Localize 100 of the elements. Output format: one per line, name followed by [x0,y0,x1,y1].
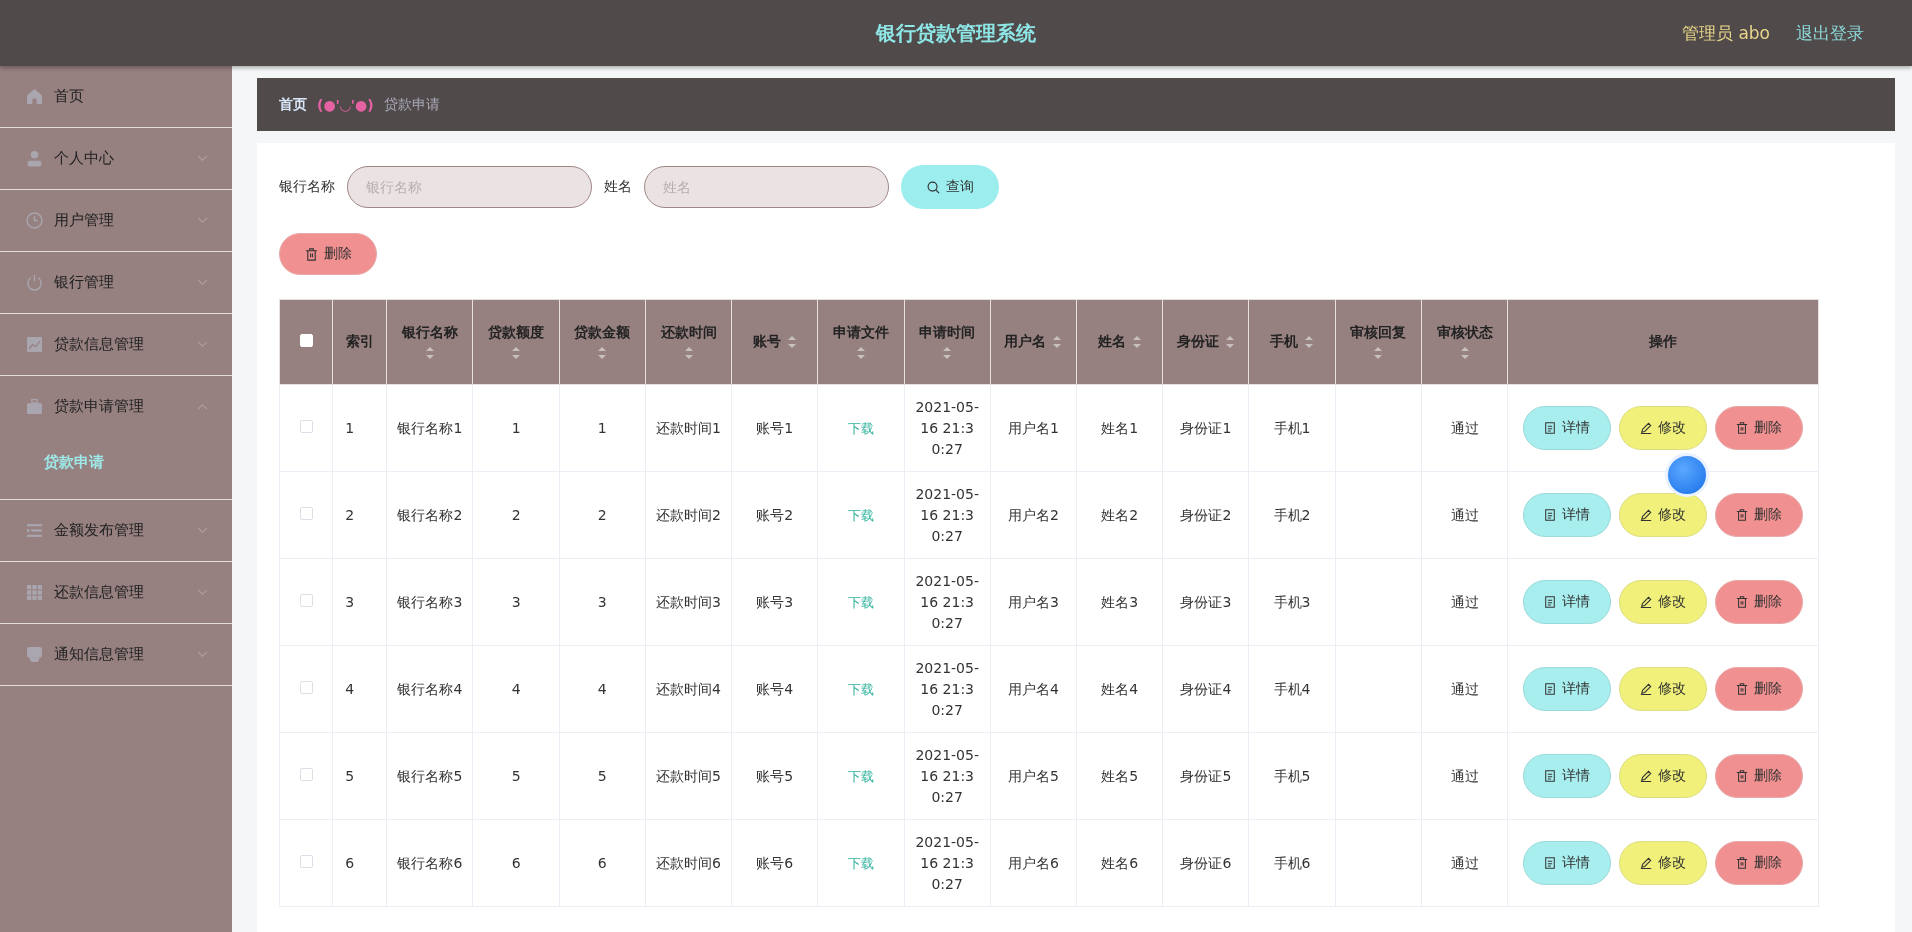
pencil-icon [1640,683,1653,695]
detail-button[interactable]: 详情 [1523,754,1612,798]
sidebar-item[interactable]: 首页 [0,66,232,127]
row-checkbox[interactable] [299,680,313,694]
edit-button[interactable]: 修改 [1619,580,1708,624]
table-cell: 2021-05-16 21:30:27 [915,398,979,457]
table-cell: 手机6 [1273,854,1311,871]
table-cell: 通过 [1450,419,1479,436]
sidebar-item[interactable]: 个人中心 [0,128,232,189]
table-cell: 银行名称4 [397,680,463,697]
sidebar-item[interactable]: 通知信息管理 [0,624,232,685]
table-cell: 身份证4 [1180,680,1232,697]
table-cell: 还款时间1 [656,419,721,436]
row-checkbox[interactable] [299,506,313,520]
sidebar-item[interactable]: 还款信息管理 [0,562,232,623]
table-cell: 身份证2 [1180,506,1232,523]
sort-icon[interactable] [786,335,797,349]
table-cell: 手机1 [1273,419,1311,436]
sort-icon[interactable] [1224,335,1235,349]
table-cell: 手机3 [1273,593,1311,610]
document-icon [1544,596,1557,608]
delete-button[interactable]: 删除 [1715,406,1804,450]
table-cell: 3 [345,593,355,610]
trash-icon [1736,857,1749,869]
table-cell: 2021-05-16 21:30:27 [915,485,979,544]
edit-button[interactable]: 修改 [1619,493,1708,537]
select-all-checkbox[interactable] [299,334,313,347]
table-cell: 3 [511,593,521,610]
sort-icon[interactable] [1373,346,1384,360]
delete-button[interactable]: 删除 [1715,841,1804,885]
header-cell: 索引 [332,299,387,385]
header-cell: 申请时间 [904,299,991,385]
table-cell: 银行名称2 [397,506,463,523]
edit-button[interactable]: 修改 [1619,406,1708,450]
delete-button[interactable]: 删除 [279,233,377,275]
trash-icon [1736,422,1749,434]
header-cell: 姓名 [1076,299,1163,385]
detail-button[interactable]: 详情 [1523,580,1612,624]
grid-icon [26,584,43,601]
table-cell: 账号1 [756,419,794,436]
breadcrumb-current: 贷款申请 [383,95,440,114]
detail-button[interactable]: 详情 [1523,841,1612,885]
sort-icon[interactable] [1304,335,1315,349]
sort-icon[interactable] [855,346,866,360]
sort-icon[interactable] [597,346,608,360]
header-cell: 审核状态 [1421,299,1508,385]
pencil-icon [1640,509,1653,521]
sort-icon[interactable] [1052,335,1063,349]
detail-button[interactable]: 详情 [1523,493,1612,537]
sort-icon[interactable] [1459,346,1470,360]
table-cell: 6 [597,854,607,871]
delete-button[interactable]: 删除 [1715,754,1804,798]
delete-button[interactable]: 删除 [1715,580,1804,624]
sort-icon[interactable] [942,346,953,360]
sidebar-item[interactable]: 用户管理 [0,190,232,251]
header-cell: 身份证 [1162,299,1249,385]
sidebar-item[interactable]: 贷款信息管理 [0,314,232,375]
sort-icon[interactable] [1131,335,1142,349]
table-cell: 还款时间5 [656,767,721,784]
detail-button[interactable]: 详情 [1523,667,1612,711]
table-cell: 身份证1 [1180,419,1232,436]
header-cell: 贷款金额 [559,299,646,385]
detail-button[interactable]: 详情 [1523,406,1612,450]
home-icon [26,88,43,105]
logout-link[interactable]: 退出登录 [1796,21,1864,45]
sidebar-item[interactable]: 金额发布管理 [0,500,232,561]
header-cell: 贷款额度 [473,299,560,385]
table-cell: 5 [345,767,355,784]
row-checkbox[interactable] [299,854,313,868]
search-button[interactable]: 查询 [901,165,999,209]
sort-icon[interactable] [424,346,435,360]
trash-icon [1736,770,1749,782]
table-cell: 2 [597,506,607,523]
header-cell: 账号 [731,299,818,385]
table-cell: 3 [597,593,607,610]
table-cell: 2021-05-16 21:30:27 [915,659,979,718]
table-cell: 姓名4 [1101,680,1139,697]
row-checkbox[interactable] [299,767,313,781]
field-label: 银行名称 [279,178,335,196]
table-cell: 姓名2 [1101,506,1139,523]
breadcrumb-home-link[interactable]: 首页 [279,95,307,114]
table-cell: 用户名4 [1007,680,1059,697]
edit-button[interactable]: 修改 [1619,841,1708,885]
sort-icon[interactable] [511,346,522,360]
header-cell: 申请文件 [817,299,905,385]
row-checkbox[interactable] [299,419,313,433]
sidebar-item[interactable]: 贷款申请管理 [0,376,232,437]
edit-button[interactable]: 修改 [1619,667,1708,711]
table-cell: 1 [345,419,355,436]
sidebar-item[interactable]: 银行管理 [0,252,232,313]
edit-button[interactable]: 修改 [1619,754,1708,798]
row-checkbox[interactable] [299,593,313,607]
table-cell: 通过 [1450,767,1479,784]
search-icon [926,180,940,194]
table-cell: 账号3 [756,593,794,610]
delete-button[interactable]: 删除 [1715,667,1804,711]
sort-icon[interactable] [683,346,694,360]
document-icon [1544,770,1557,782]
delete-button[interactable]: 删除 [1715,493,1804,537]
table-cell: 银行名称1 [397,419,463,436]
